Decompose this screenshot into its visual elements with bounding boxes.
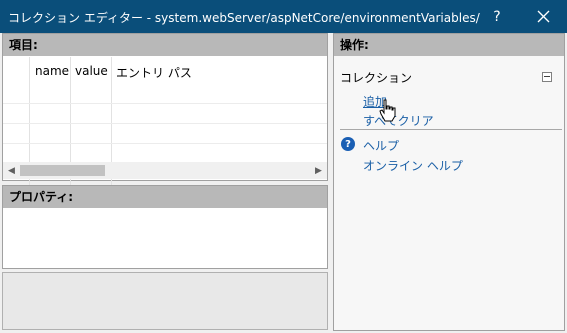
grid-row-line	[3, 123, 327, 124]
scroll-left-icon[interactable]: ◀	[3, 162, 20, 179]
properties-header: プロパティ:	[3, 186, 327, 208]
column-header-name[interactable]: name	[35, 64, 69, 78]
actions-panel: 操作: コレクション 追加 すべてクリア ? ヘルプ オンライン ヘルプ	[333, 33, 565, 331]
scrollbar-thumb[interactable]	[20, 165, 105, 176]
description-panel	[2, 272, 328, 330]
title-bar: コレクション エディター - system.webServer/aspNetCo…	[0, 0, 567, 33]
column-header-value[interactable]: value	[75, 64, 108, 78]
scroll-right-icon[interactable]: ▶	[310, 162, 327, 179]
items-panel: 項目: name value エントリ パス ◀ ▶	[2, 33, 328, 193]
help-link[interactable]: ヘルプ	[363, 137, 399, 154]
column-header-entry-path[interactable]: エントリ パス	[116, 64, 192, 81]
help-icon: ?	[341, 137, 355, 151]
separator	[340, 129, 562, 130]
window-title: コレクション エディター - system.webServer/aspNetCo…	[8, 11, 480, 25]
help-button[interactable]: ?	[474, 0, 520, 33]
grid-row-line	[3, 143, 327, 144]
help-button-label: ?	[493, 8, 501, 25]
hand-pointer-icon	[379, 99, 396, 122]
actions-header: 操作:	[334, 34, 564, 56]
collapse-icon[interactable]	[542, 72, 552, 82]
close-button[interactable]	[520, 0, 566, 33]
items-header: 項目:	[3, 34, 327, 56]
grid-row-line	[3, 103, 327, 104]
properties-panel: プロパティ:	[2, 185, 328, 269]
close-icon	[537, 10, 549, 23]
clear-all-link[interactable]: すべてクリア	[363, 112, 434, 129]
online-help-link[interactable]: オンライン ヘルプ	[363, 157, 463, 174]
collection-section-title: コレクション	[340, 71, 413, 85]
horizontal-scrollbar[interactable]: ◀ ▶	[3, 162, 327, 179]
